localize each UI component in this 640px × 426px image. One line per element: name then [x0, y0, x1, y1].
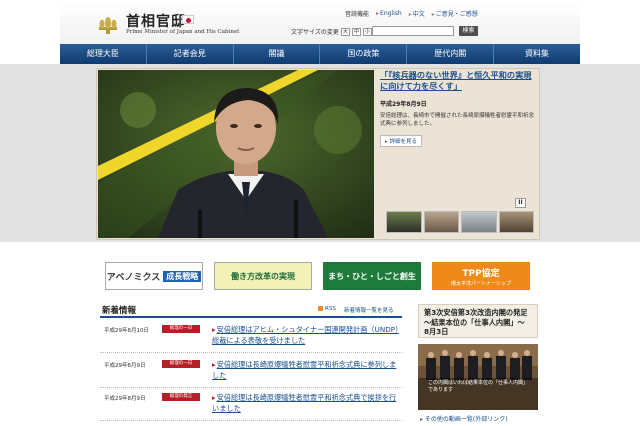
kiri-emblem-icon — [99, 17, 117, 34]
nav-item-policies[interactable]: 国の政策 — [320, 44, 408, 64]
regional-revitalization-banner[interactable]: まち・ひと・しごと創生 — [323, 262, 421, 290]
nav-item-cabinet-meeting[interactable]: 閣議 — [234, 44, 321, 64]
feedback-link[interactable]: ご意見・ご感想 — [432, 9, 478, 18]
tpp-label: TPP協定 — [462, 268, 500, 279]
news-list-link[interactable]: 新着情報一覧を見る — [344, 306, 394, 314]
slide-thumbnail[interactable] — [461, 211, 497, 233]
cabinet-photo-caption: この内閣はいわば結果本位の「仕事人内閣」であります — [428, 380, 529, 393]
tpp-banner[interactable]: TPP協定 環太平洋パートナーシップ — [432, 262, 530, 290]
nav-item-past-cabinets[interactable]: 歴代内閣 — [407, 44, 495, 64]
slideshow-pause-button[interactable]: II — [515, 198, 526, 208]
read-aloud-link[interactable]: 音読機能 — [345, 9, 369, 18]
nav-item-press-conference[interactable]: 記者会見 — [147, 44, 234, 64]
news-header: 新着情報 RSS 新着情報一覧を見る — [100, 304, 402, 318]
cabinet-feature-link[interactable]: 第3次安倍第3次改造内閣の発足～結果本位の「仕事人内閣」～ 8月3日 — [418, 304, 538, 338]
global-nav: 総理大臣 記者会見 閣議 国の政策 歴代内閣 資料集 — [60, 44, 580, 64]
nav-item-prime-minister[interactable]: 総理大臣 — [60, 44, 147, 64]
page: 首相官邸 Prime Minister of Japan and His Cab… — [0, 0, 640, 426]
japan-flag-icon — [182, 15, 194, 24]
growth-strategy-label: 成長戦略 — [163, 270, 202, 282]
utility-links: 音読機能 English 中文 ご意見・ご感想 — [345, 8, 478, 18]
font-size-medium-button[interactable]: 中 — [351, 27, 361, 36]
cabinet-photo[interactable] — [418, 344, 538, 410]
workstyle-reform-banner[interactable]: 働き方改革の実現 — [214, 262, 312, 290]
hero-photo[interactable] — [98, 70, 374, 238]
site-header: 首相官邸 Prime Minister of Japan and His Cab… — [60, 0, 580, 44]
font-size-large-button[interactable]: 大 — [340, 27, 350, 36]
font-size-control: 文字サイズの変更 大 中 小 — [291, 27, 372, 36]
news-category-badge: 総理の一日 — [162, 360, 200, 368]
abenomics-banner[interactable]: アベノミクス 成長戦略 — [105, 262, 203, 290]
abenomics-label: アベノミクス — [106, 272, 161, 283]
news-date: 平成29年8月10日 — [104, 328, 149, 334]
hero-description: 安倍総理は、長崎市で開催された長崎原爆犠牲者慰霊平和祈念式典に参列しました。 — [380, 113, 535, 127]
tpp-sublabel: 環太平洋パートナーシップ — [451, 280, 511, 287]
site-title[interactable]: 首相官邸 — [126, 11, 186, 31]
english-link[interactable]: English — [376, 10, 402, 17]
nav-item-documents[interactable]: 資料集 — [494, 44, 580, 64]
search-input[interactable] — [372, 26, 454, 36]
news-link[interactable]: 安倍総理は長崎原爆犠牲者慰霊平和祈念式典で挨拶を行いました — [212, 392, 402, 414]
news-item: 平成29年8月9日 総理の発言 安倍総理は長崎原爆犠牲者慰霊平和祈念式典で挨拶を… — [100, 390, 402, 421]
hero-photo-illustration — [98, 70, 374, 238]
search-button[interactable]: 検索 — [459, 26, 478, 36]
news-date: 平成29年8月9日 — [104, 396, 146, 402]
video-list-link[interactable]: その他の動画一覧(外部リンク) — [420, 414, 508, 423]
slide-thumbnail[interactable] — [498, 211, 534, 233]
news-category-badge: 総理の一日 — [162, 325, 200, 333]
font-size-small-button[interactable]: 小 — [362, 27, 372, 36]
news-link[interactable]: 安倍総理はアヒム・シュタイナー国連開発計画（UNDP）総裁による表敬を受けました — [212, 324, 402, 346]
cabinet-photo-illustration — [418, 344, 538, 410]
news-link[interactable]: 安倍総理は長崎原爆犠牲者慰霊平和祈念式典に参列しました — [212, 359, 402, 381]
slide-thumbnail[interactable] — [423, 211, 459, 233]
news-item: 平成29年8月9日 総理の一日 安倍総理は長崎原爆犠牲者慰霊平和祈念式典に参列し… — [100, 357, 402, 388]
rss-link[interactable]: RSS — [318, 306, 336, 312]
slideshow-thumbnails — [386, 211, 534, 233]
font-size-label: 文字サイズの変更 — [291, 29, 339, 36]
slide-thumbnail[interactable] — [386, 211, 422, 233]
site-subtitle: Prime Minister of Japan and His Cabinet — [126, 29, 240, 35]
hero-more-button[interactable]: 詳細を見る — [380, 135, 423, 147]
news-title: 新着情報 — [102, 306, 137, 316]
hero-headline-link[interactable]: 「『核兵器のない世界』と恒久平和の実現に向けて力を尽くす」 — [380, 70, 536, 92]
hero-date: 平成29年8月9日 — [380, 101, 427, 108]
news-category-badge: 総理の発言 — [162, 393, 200, 401]
news-item: 平成29年8月10日 総理の一日 安倍総理はアヒム・シュタイナー国連開発計画（U… — [100, 322, 402, 353]
chinese-link[interactable]: 中文 — [409, 9, 425, 18]
news-date: 平成29年8月9日 — [104, 363, 146, 369]
